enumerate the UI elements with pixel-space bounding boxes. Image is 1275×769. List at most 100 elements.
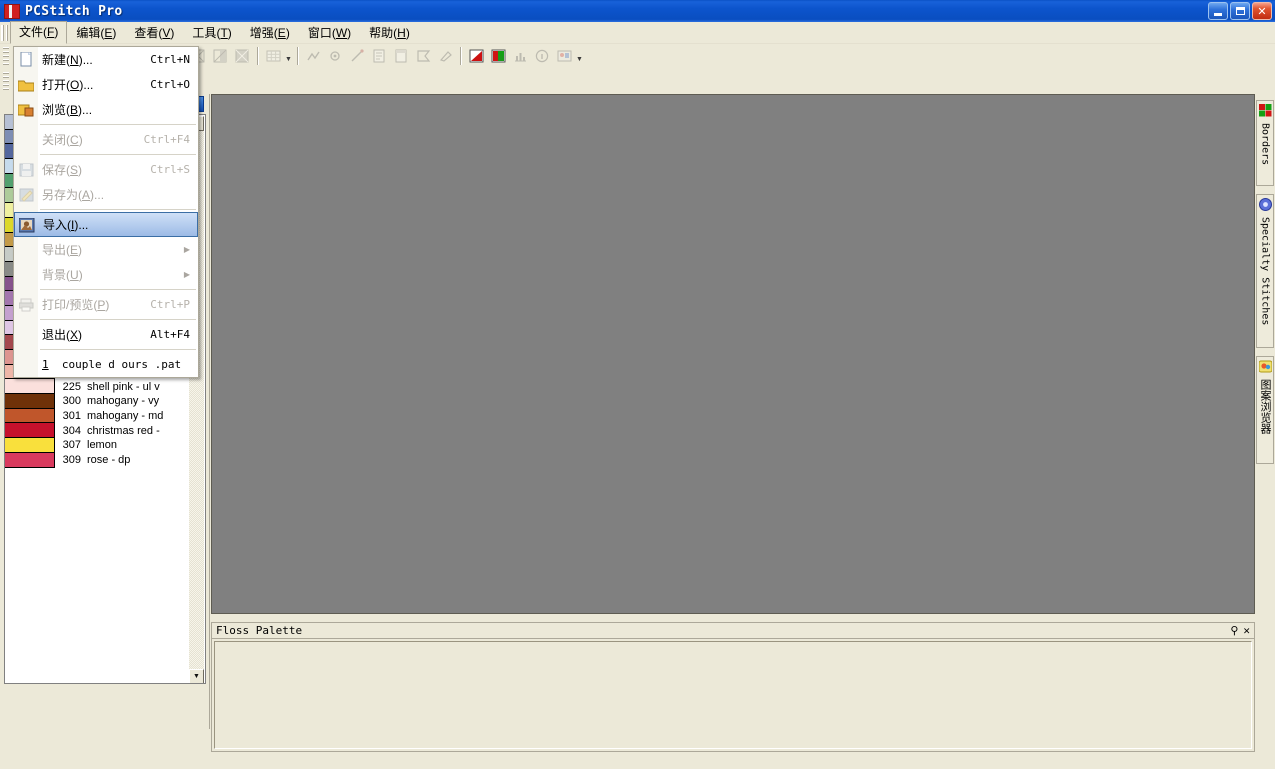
menu-view[interactable]: 查看(V) <box>125 22 183 44</box>
palette-row[interactable]: 309 rose - dp <box>5 452 205 468</box>
open-folder-icon <box>17 76 35 93</box>
menu-tools[interactable]: 工具(T) <box>183 22 240 44</box>
floss-name: lemon <box>87 439 117 452</box>
palette-row[interactable]: 301 mahogany - md <box>5 408 205 424</box>
floss-number: 307 <box>62 439 81 452</box>
toolbar-separator-2 <box>257 47 258 65</box>
menu-separator <box>40 124 196 125</box>
palette-row[interactable]: 304 christmas red - <box>5 423 205 439</box>
menu-item-退出[interactable]: 退出(X) Alt+F4 <box>14 322 198 347</box>
file-dropdown-menu[interactable]: 新建(N)... Ctrl+N 打开(O)... Ctrl+O 浏览(B)... 关闭(C… <box>13 46 199 378</box>
toolbar-separator-4 <box>460 47 461 65</box>
three-quarter-stitch-icon[interactable] <box>232 46 252 66</box>
close-panel-button[interactable]: ✕ <box>1243 625 1250 636</box>
submenu-arrow-icon: ▶ <box>183 270 190 279</box>
printer-icon <box>17 296 35 313</box>
menu-item-浏览[interactable]: 浏览(B)... <box>14 97 198 122</box>
floss-palette-body[interactable] <box>214 641 1252 749</box>
menu-view-label: 查看 <box>134 25 159 40</box>
dock-tab-pattern-browser[interactable]: 图案浏览器 <box>1256 356 1274 464</box>
menu-item-关闭: 关闭(C) Ctrl+F4 <box>14 127 198 152</box>
menu-file[interactable]: 文件(F) <box>10 21 68 44</box>
page-icon[interactable] <box>391 46 411 66</box>
recent-file-name: couple d ours .pat <box>61 358 182 371</box>
color-swatch[interactable] <box>5 438 55 453</box>
toolbar-gripper-1[interactable] <box>3 47 9 65</box>
pattern-red-icon[interactable] <box>466 46 486 66</box>
eraser-icon[interactable] <box>435 46 455 66</box>
toolbar-gripper-2[interactable] <box>3 72 9 90</box>
menu-file-label: 文件 <box>19 25 44 39</box>
flag-icon[interactable] <box>413 46 433 66</box>
dock-tab-pattern-browser-label: 图案浏览器 <box>1259 379 1272 434</box>
menu-item-打开[interactable]: 打开(O)... Ctrl+O <box>14 72 198 97</box>
menu-help-label: 帮助 <box>369 25 394 40</box>
backstitch-icon[interactable] <box>303 46 323 66</box>
french-knot-icon[interactable] <box>325 46 345 66</box>
dock-tab-specialty-stitches-label: Specialty Stitches <box>1259 217 1271 326</box>
pattern-browser-icon <box>1258 360 1272 376</box>
menu-item-accelerator: Ctrl+F4 <box>143 133 190 146</box>
menu-item-导出: 导出(E) ▶ <box>14 237 198 262</box>
color-swatch[interactable] <box>5 379 55 395</box>
menubar-gripper[interactable] <box>1 24 8 41</box>
menu-item-label: 导出(E) <box>42 243 83 257</box>
menu-help[interactable]: 帮助(H) <box>360 22 419 44</box>
palette-row[interactable]: 307 lemon <box>5 438 205 453</box>
info-icon[interactable] <box>532 46 552 66</box>
grid-icon[interactable] <box>263 46 283 66</box>
menu-enhance-label: 增强 <box>249 25 274 40</box>
close-button[interactable]: ✕ <box>1252 2 1272 20</box>
palette-row[interactable]: 300 mahogany - vy <box>5 394 205 409</box>
menu-item-accelerator: Ctrl+S <box>150 163 190 176</box>
specialty-stitches-icon <box>1258 198 1272 214</box>
menu-item-导入[interactable]: 导入(I)... <box>14 212 198 237</box>
design-icon[interactable] <box>554 46 574 66</box>
palette-row[interactable]: 225 shell pink - ul v <box>5 379 205 395</box>
half-stitch-right-icon[interactable] <box>210 46 230 66</box>
design-dropdown-arrow-icon[interactable]: ▼ <box>575 46 584 66</box>
menu-separator <box>40 319 196 320</box>
new-document-icon <box>17 51 35 68</box>
menu-item-新建[interactable]: 新建(N)... Ctrl+N <box>14 47 198 72</box>
color-swatch[interactable] <box>5 452 55 468</box>
floss-palette-panel: Floss Palette ⚲ ✕ <box>211 622 1255 752</box>
menu-separator <box>40 154 196 155</box>
scroll-down-arrow[interactable]: ▼ <box>189 669 204 683</box>
menu-item-另存为: 另存为(A)... <box>14 182 198 207</box>
color-swatch[interactable] <box>5 423 55 439</box>
menu-edit-label: 编辑 <box>76 25 101 40</box>
dock-tab-specialty-stitches[interactable]: Specialty Stitches <box>1256 194 1274 348</box>
menu-item-label: 打印/预览(P) <box>42 298 110 312</box>
menu-enhance[interactable]: 增强(E) <box>241 22 299 44</box>
menu-item-accelerator: Ctrl+O <box>150 78 190 91</box>
dock-tab-borders[interactable]: Borders <box>1256 100 1274 186</box>
pin-button[interactable]: ⚲ <box>1230 625 1238 636</box>
menu-enhance-mnemonic: E <box>277 25 286 40</box>
straight-stitch-icon[interactable] <box>347 46 367 66</box>
pattern-green-icon[interactable] <box>488 46 508 66</box>
menu-item-label: 保存(S) <box>42 163 83 177</box>
notes-icon[interactable] <box>369 46 389 66</box>
menu-item-accelerator: Ctrl+P <box>150 298 190 311</box>
floss-palette-title: Floss Palette <box>216 624 303 637</box>
document-canvas[interactable] <box>211 94 1255 614</box>
browse-icon <box>17 101 35 118</box>
chart-icon[interactable] <box>510 46 530 66</box>
menu-window-mnemonic: W <box>335 25 348 40</box>
floss-number: 300 <box>62 395 81 408</box>
color-swatch[interactable] <box>5 408 55 424</box>
floss-name: mahogany - vy <box>87 395 160 408</box>
menu-window-label: 窗口 <box>307 25 332 40</box>
menu-item-recent-file[interactable]: 1 couple d ours .pat <box>14 352 198 377</box>
menu-edit[interactable]: 编辑(E) <box>67 22 125 44</box>
menu-item-保存: 保存(S) Ctrl+S <box>14 157 198 182</box>
minimize-button[interactable] <box>1208 2 1228 20</box>
menu-item-label: 新建(N)... <box>42 53 93 67</box>
color-swatch[interactable] <box>5 394 55 409</box>
floss-number: 301 <box>62 410 81 423</box>
menu-item-label: 浏览(B)... <box>42 103 93 117</box>
grid-dropdown-arrow-icon[interactable]: ▼ <box>284 46 293 66</box>
menu-window[interactable]: 窗口(W) <box>299 22 360 44</box>
restore-button[interactable] <box>1230 2 1250 20</box>
